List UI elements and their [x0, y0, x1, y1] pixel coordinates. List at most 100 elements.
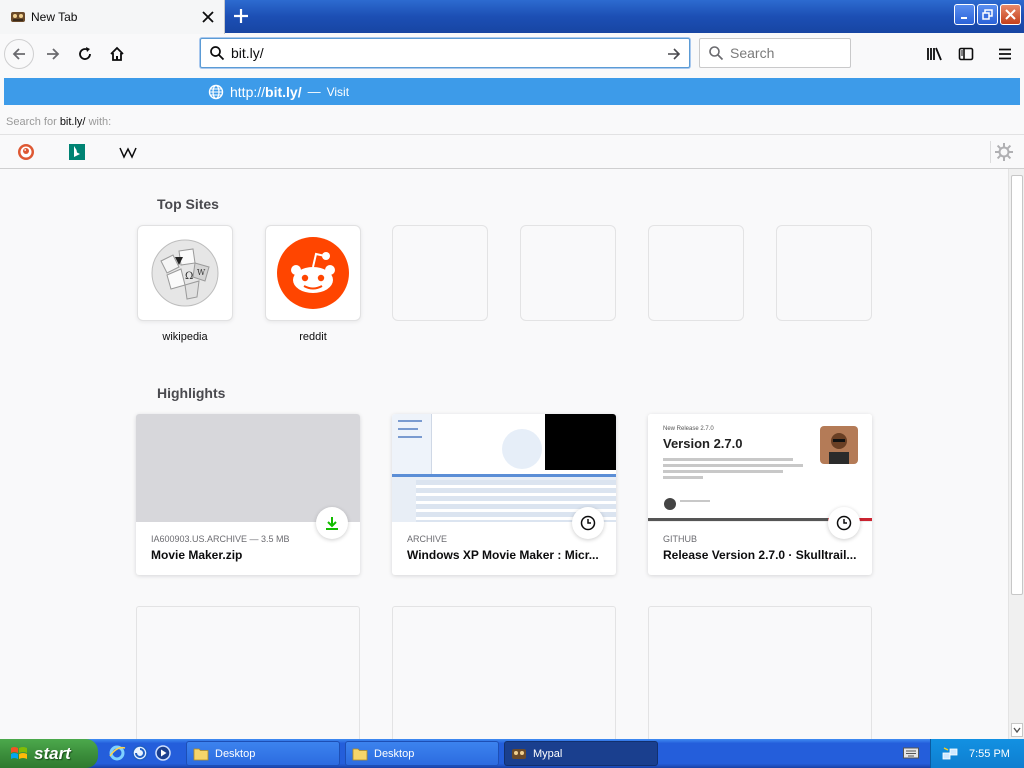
highlight-card[interactable]: New Release 2.7.0 Version 2.7.0 GITHUB R…	[648, 414, 872, 575]
highlight-card[interactable]: ARCHIVE Windows XP Movie Maker : Micr...	[392, 414, 616, 575]
system-tray: 7:55 PM	[930, 739, 1024, 768]
duckduckgo-engine-button[interactable]	[14, 140, 38, 164]
sidebar-button[interactable]	[951, 39, 981, 69]
taskbar: start Desktop Desktop Mypal 7:55 PM	[0, 739, 1024, 768]
bing-engine-button[interactable]	[65, 140, 89, 164]
autocomplete-visit-row[interactable]: http://bit.ly/ — Visit	[4, 78, 1020, 105]
sidebar-icon	[958, 47, 974, 61]
url-autocomplete-popup: http://bit.ly/ — Visit Search for bit.ly…	[0, 74, 1024, 169]
highlight-placeholder	[648, 606, 872, 739]
folder-icon	[352, 748, 368, 760]
media-player-icon[interactable]	[154, 744, 172, 762]
taskbar-item-desktop[interactable]: Desktop	[186, 741, 340, 766]
home-button[interactable]	[102, 39, 132, 69]
card-thumbnail: New Release 2.7.0 Version 2.7.0	[648, 414, 872, 522]
mypal-icon	[11, 12, 25, 22]
search-icon	[210, 46, 225, 61]
start-label: start	[34, 743, 71, 763]
avatar	[820, 426, 858, 464]
restore-icon	[982, 9, 993, 20]
top-site-reddit[interactable]	[265, 225, 361, 321]
arrow-left-icon	[12, 48, 25, 60]
vertical-scrollbar[interactable]	[1008, 169, 1024, 739]
bing-icon	[69, 144, 85, 160]
autocomplete-url: http://bit.ly/	[230, 83, 302, 100]
globe-icon	[208, 84, 224, 99]
url-bar[interactable]	[200, 38, 690, 68]
keyboard-icon[interactable]	[902, 744, 920, 762]
network-icon[interactable]	[941, 745, 959, 763]
restore-button[interactable]	[977, 4, 998, 25]
top-site-empty	[392, 225, 488, 321]
top-site-empty	[648, 225, 744, 321]
top-site-empty	[520, 225, 616, 321]
top-site-label: reddit	[299, 331, 327, 343]
top-site-wikipedia[interactable]: Ω W	[137, 225, 233, 321]
card-title: Movie Maker.zip	[151, 548, 243, 562]
taskbar-item-mypal[interactable]: Mypal	[504, 741, 658, 766]
top-site-label: wikipedia	[162, 331, 208, 343]
scrollbar-thumb[interactable]	[1011, 175, 1023, 595]
arrow-right-icon	[47, 48, 60, 60]
library-button[interactable]	[920, 39, 950, 69]
taskbar-item-desktop[interactable]: Desktop	[345, 741, 499, 766]
menu-button[interactable]	[990, 39, 1020, 69]
highlight-placeholder	[392, 606, 616, 739]
plus-icon	[234, 9, 248, 23]
wikipedia-globe-icon: Ω W	[151, 239, 219, 307]
scroll-down-button[interactable]	[1011, 723, 1023, 737]
internet-explorer-icon[interactable]	[108, 744, 126, 762]
card-meta: ARCHIVE	[407, 534, 448, 544]
minimize-button[interactable]	[954, 4, 975, 25]
autocomplete-action: Visit	[326, 84, 350, 99]
library-icon	[927, 47, 942, 61]
search-settings-button[interactable]	[990, 141, 1013, 163]
start-button[interactable]: start	[0, 739, 98, 768]
highlights-title: Highlights	[157, 385, 226, 401]
hamburger-menu-icon	[999, 48, 1011, 60]
title-bar: New Tab	[0, 0, 1024, 34]
home-icon	[110, 46, 124, 61]
clock-icon	[836, 515, 852, 531]
chevron-down-icon	[1013, 727, 1021, 733]
clock-icon	[580, 515, 596, 531]
clock: 7:55 PM	[969, 747, 1010, 760]
search-input[interactable]	[730, 45, 840, 61]
close-window-button[interactable]	[1000, 4, 1021, 25]
back-button[interactable]	[4, 39, 34, 69]
card-thumbnail	[136, 414, 360, 522]
card-meta: GITHUB	[663, 534, 698, 544]
forward-button[interactable]	[38, 39, 68, 69]
url-input[interactable]	[231, 45, 641, 61]
autocomplete-separator: —	[307, 84, 321, 99]
mypal-icon	[512, 748, 526, 759]
new-tab-page: Top Sites Ω W wikipedia reddit Highlight…	[0, 169, 1008, 739]
arrow-right-icon	[668, 48, 681, 60]
navigation-toolbar	[0, 34, 1024, 74]
reload-button[interactable]	[70, 39, 100, 69]
reddit-icon	[277, 237, 349, 309]
folder-icon	[193, 748, 209, 760]
clock-badge	[828, 507, 860, 539]
highlight-card[interactable]: IA600903.US.ARCHIVE — 3.5 MB Movie Maker…	[136, 414, 360, 575]
one-off-search-engines	[0, 134, 1024, 169]
clock-badge	[572, 507, 604, 539]
gear-icon	[995, 143, 1013, 161]
windows-logo-icon	[11, 746, 27, 759]
go-button[interactable]	[663, 43, 685, 65]
svg-text:Ω: Ω	[185, 271, 193, 282]
minimize-icon	[960, 16, 967, 19]
search-bar[interactable]	[699, 38, 851, 68]
tab-new-tab[interactable]: New Tab	[0, 0, 225, 34]
tab-title: New Tab	[31, 10, 78, 24]
duckduckgo-icon	[18, 144, 34, 160]
outlook-express-icon[interactable]	[131, 744, 149, 762]
wikipedia-engine-button[interactable]	[116, 140, 140, 164]
new-tab-button[interactable]	[228, 4, 254, 28]
card-thumbnail	[392, 414, 616, 522]
thumb-title: Version 2.7.0	[663, 436, 743, 451]
top-sites-title: Top Sites	[157, 196, 219, 212]
close-tab-icon[interactable]	[196, 5, 220, 29]
reload-icon	[79, 47, 91, 60]
card-title: Windows XP Movie Maker : Micr...	[407, 548, 599, 562]
